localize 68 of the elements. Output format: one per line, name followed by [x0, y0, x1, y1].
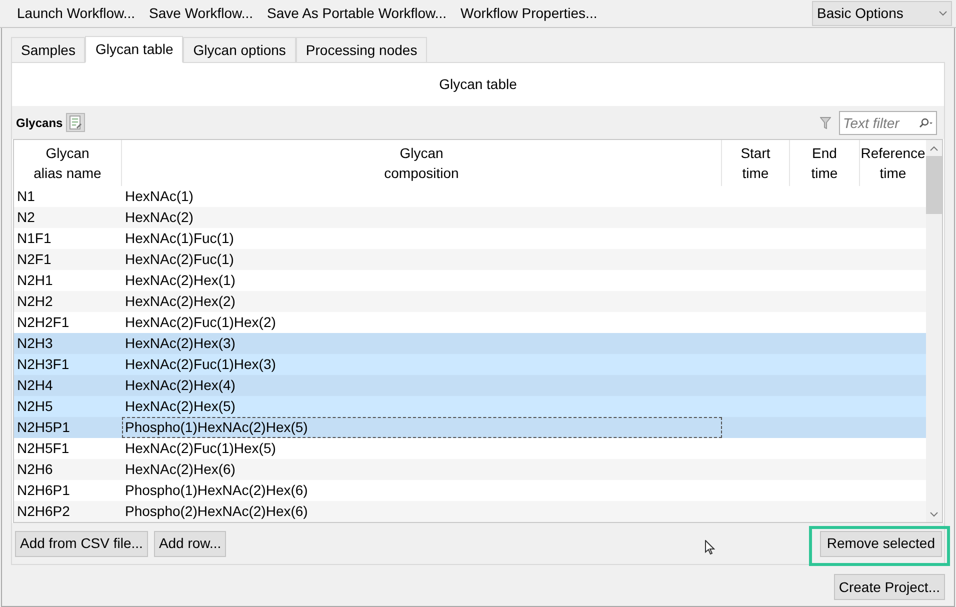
table-cell-text: HexNAc(2)Hex(3)	[124, 334, 236, 353]
table-cell-text: N2H2	[16, 292, 54, 311]
table-cell-text: N2H5P1	[16, 418, 71, 437]
table-row[interactable]: N2H6P2 Phospho(2)HexNAc(2)Hex(6)	[14, 501, 926, 522]
table-row[interactable]: N2H3 HexNAc(2)Hex(3)	[14, 333, 926, 354]
table-cell-text: N2H3F1	[16, 355, 70, 374]
mouse-pointer-icon	[705, 540, 715, 555]
table-cell-text: N2H1	[16, 271, 54, 290]
table-cell-text: HexNAc(1)Fuc(1)	[124, 229, 235, 248]
table-cell-text: HexNAc(2)Fuc(1)Hex(5)	[124, 439, 277, 458]
table-cell-text: HexNAc(2)Hex(2)	[124, 292, 236, 311]
table-cell-text: Phospho(1)HexNAc(2)Hex(6)	[124, 481, 309, 500]
search-icon[interactable]	[919, 118, 933, 128]
table-cell-text: HexNAc(2)Hex(6)	[124, 460, 236, 479]
table-cell-text: N2H6P1	[16, 481, 71, 500]
table-cell-text: N2H6	[16, 460, 54, 479]
table-cell-text: HexNAc(2)Fuc(1)Hex(2)	[124, 313, 277, 332]
tab[interactable]: Samples	[11, 37, 86, 62]
table-cell-text: N2H2F1	[16, 313, 70, 332]
create-project-button[interactable]: Create Project...	[834, 574, 945, 600]
table-cell-text: N1	[16, 187, 36, 206]
table-cell-text: HexNAc(2)	[124, 208, 194, 227]
toolbar-button[interactable]: Save As Portable Workflow...	[260, 0, 454, 27]
table-row[interactable]: N2H6 HexNAc(2)Hex(6)	[14, 459, 926, 480]
toolbar-button[interactable]: Save Workflow...	[142, 0, 260, 27]
table-cell-text: HexNAc(2)Hex(4)	[124, 376, 236, 395]
table-cell-text: HexNAc(2)Fuc(1)	[124, 250, 235, 269]
table-cell-text: N2	[16, 208, 36, 227]
action-button[interactable]: Add row...	[154, 530, 226, 556]
table-cell-text: N2H6P2	[16, 502, 71, 521]
action-button[interactable]: Add from CSV file...	[15, 530, 148, 556]
filter-icon[interactable]	[820, 116, 831, 128]
table-cell-text: N1F1	[16, 229, 52, 248]
table-row[interactable]: N2H2 HexNAc(2)Hex(2)	[14, 291, 926, 312]
table-row[interactable]: N2H3F1 HexNAc(2)Fuc(1)Hex(3)	[14, 354, 926, 375]
dropdown-value: Basic Options	[817, 4, 904, 23]
table-cell-text: HexNAc(2)Fuc(1)Hex(3)	[124, 355, 277, 374]
text-filter-field[interactable]: Text filter	[839, 110, 937, 134]
mode-dropdown[interactable]: Basic Options	[812, 1, 952, 26]
table-row[interactable]: N2 HexNAc(2)	[14, 207, 926, 228]
chevron-down-icon	[939, 11, 947, 16]
table-cell-text: N2H4	[16, 376, 54, 395]
table-cell-text: HexNAc(2)Hex(1)	[124, 271, 236, 290]
remove-selected-button[interactable]: Remove selected	[820, 530, 942, 556]
column-header[interactable]: Reference time	[860, 140, 926, 186]
table-cell-text: HexNAc(2)Hex(5)	[124, 397, 236, 416]
scrollbar-track[interactable]	[926, 140, 942, 522]
panel-title: Glycan table	[439, 75, 517, 94]
table-cell-text: N2H3	[16, 334, 54, 353]
table-cell-text: Phospho(2)HexNAc(2)Hex(6)	[124, 502, 309, 521]
table-row[interactable]: N2H4 HexNAc(2)Hex(4)	[14, 375, 926, 396]
scroll-up-icon[interactable]	[930, 146, 938, 151]
table-cell-text: HexNAc(1)	[124, 187, 194, 206]
table-cell-text: N2H5	[16, 397, 54, 416]
table-cell-text: N2H5F1	[16, 439, 70, 458]
toolbar-button[interactable]: Launch Workflow...	[10, 0, 142, 27]
toolbar-button[interactable]: Workflow Properties...	[454, 0, 604, 27]
tab[interactable]: Glycan options	[183, 37, 296, 62]
section-label: Glycans	[16, 114, 63, 132]
tab[interactable]: Glycan table	[85, 36, 184, 63]
tab[interactable]: Processing nodes	[296, 37, 428, 62]
table-row[interactable]: N2H5 HexNAc(2)Hex(5)	[14, 396, 926, 417]
scrollbar-thumb[interactable]	[926, 156, 942, 214]
table-row[interactable]: N2F1 HexNAc(2)Fuc(1)	[14, 249, 926, 270]
table-edit-icon[interactable]	[66, 113, 85, 132]
table-row[interactable]: N2H5P1 Phospho(1)HexNAc(2)Hex(5)	[14, 417, 926, 438]
scroll-down-icon[interactable]	[930, 512, 938, 517]
table-cell-text: N2F1	[16, 250, 52, 269]
